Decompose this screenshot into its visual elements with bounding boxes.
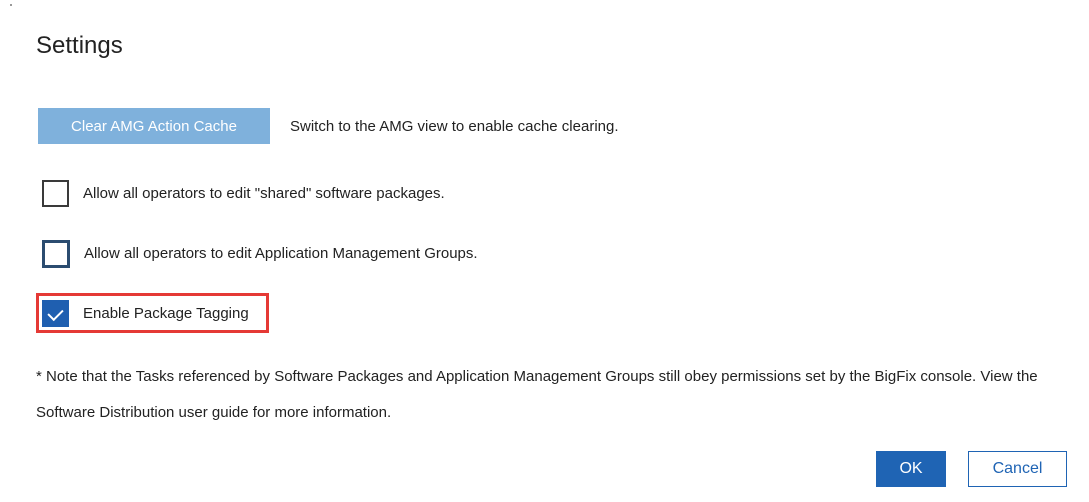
cache-hint-text: Switch to the AMG view to enable cache c…: [290, 118, 619, 135]
clear-amg-action-cache-button[interactable]: Clear AMG Action Cache: [38, 108, 270, 144]
corner-artifact: [10, 4, 12, 6]
amg-checkbox[interactable]: [42, 240, 70, 268]
checkmark-icon: [47, 304, 64, 322]
package-tagging-checkbox[interactable]: [42, 300, 69, 327]
cancel-button[interactable]: Cancel: [968, 451, 1067, 487]
option-application-management-groups[interactable]: Allow all operators to edit Application …: [42, 240, 478, 268]
shared-packages-label: Allow all operators to edit "shared" sof…: [83, 184, 445, 202]
permissions-note: * Note that the Tasks referenced by Soft…: [36, 368, 1038, 421]
settings-dialog: Settings Clear AMG Action Cache Switch t…: [0, 0, 1089, 502]
amg-label: Allow all operators to edit Application …: [84, 245, 478, 262]
shared-packages-checkbox[interactable]: [42, 180, 69, 207]
dialog-title: Settings: [36, 32, 123, 59]
ok-button[interactable]: OK: [876, 451, 946, 487]
option-shared-packages[interactable]: Allow all operators to edit "shared" sof…: [42, 180, 445, 207]
package-tagging-label: Enable Package Tagging: [83, 304, 249, 322]
option-enable-package-tagging[interactable]: Enable Package Tagging: [42, 300, 249, 327]
